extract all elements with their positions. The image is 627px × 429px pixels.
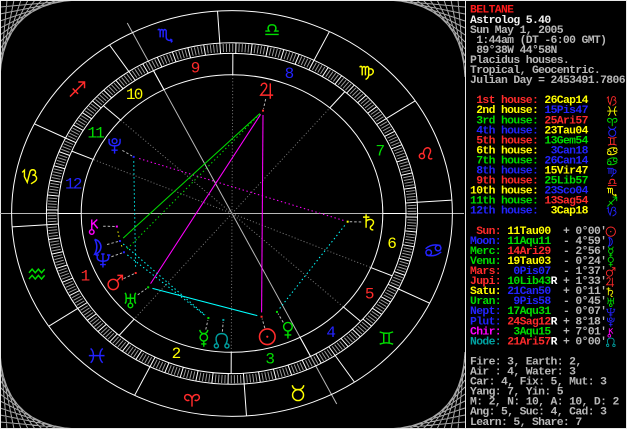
svg-text:10: 10 bbox=[126, 86, 143, 104]
svg-text:8: 8 bbox=[285, 65, 294, 83]
svg-text:4: 4 bbox=[326, 324, 335, 342]
svg-text:1: 1 bbox=[81, 268, 90, 286]
svg-text:Julian Day = 2453491.7806: Julian Day = 2453491.7806 bbox=[470, 75, 626, 87]
svg-text:6: 6 bbox=[387, 235, 396, 253]
svg-text:9: 9 bbox=[191, 60, 200, 78]
svg-text:5: 5 bbox=[365, 286, 374, 304]
svg-text:3: 3 bbox=[265, 351, 274, 369]
svg-text:12: 12 bbox=[65, 175, 82, 193]
svg-text:2: 2 bbox=[172, 345, 181, 363]
svg-text:7: 7 bbox=[376, 142, 385, 160]
svg-text:Node:21Ari57R+ 0°00': Node: 21Ari57R + 0°00' bbox=[470, 336, 606, 348]
svg-text:11: 11 bbox=[87, 125, 104, 143]
svg-text:12th house: 3Cap18: 12th house: 3Cap18 bbox=[470, 206, 589, 218]
svg-text:Learn: 5, Share: 7: Learn: 5, Share: 7 bbox=[470, 417, 582, 429]
